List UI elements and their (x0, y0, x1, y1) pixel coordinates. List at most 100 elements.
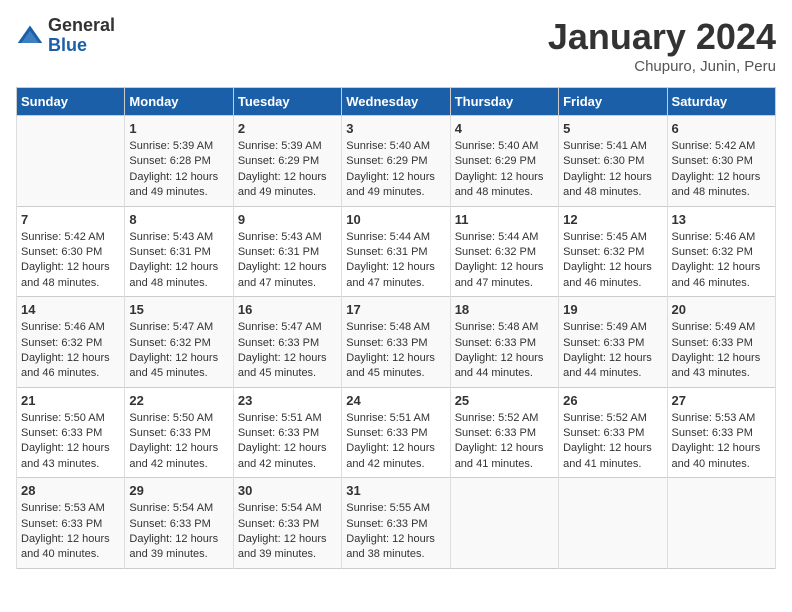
location-subtitle: Chupuro, Junin, Peru (548, 58, 776, 75)
day-info: Sunrise: 5:50 AM Sunset: 6:33 PM Dayligh… (129, 411, 228, 473)
day-info: Sunrise: 5:54 AM Sunset: 6:33 PM Dayligh… (129, 501, 228, 563)
day-info: Sunrise: 5:46 AM Sunset: 6:32 PM Dayligh… (21, 320, 120, 382)
day-number: 22 (129, 393, 228, 408)
calendar-cell: 22 Sunrise: 5:50 AM Sunset: 6:33 PM Dayli… (125, 387, 233, 478)
day-number: 2 (238, 121, 337, 136)
day-info: Sunrise: 5:47 AM Sunset: 6:32 PM Dayligh… (129, 320, 228, 382)
calendar-cell: 27 Sunrise: 5:53 AM Sunset: 6:33 PM Dayli… (667, 387, 775, 478)
col-header-friday: Friday (559, 88, 667, 116)
day-number: 27 (672, 393, 771, 408)
day-number: 13 (672, 212, 771, 227)
col-header-wednesday: Wednesday (342, 88, 450, 116)
calendar-cell (450, 478, 558, 569)
day-number: 6 (672, 121, 771, 136)
day-info: Sunrise: 5:49 AM Sunset: 6:33 PM Dayligh… (672, 320, 771, 382)
day-info: Sunrise: 5:54 AM Sunset: 6:33 PM Dayligh… (238, 501, 337, 563)
calendar-cell: 18 Sunrise: 5:48 AM Sunset: 6:33 PM Dayli… (450, 297, 558, 388)
day-number: 30 (238, 483, 337, 498)
day-number: 16 (238, 302, 337, 317)
day-info: Sunrise: 5:53 AM Sunset: 6:33 PM Dayligh… (672, 411, 771, 473)
day-number: 4 (455, 121, 554, 136)
day-number: 19 (563, 302, 662, 317)
calendar-cell: 23Sunrise: 5:51 AM Sunset: 6:33 PM Dayli… (233, 387, 341, 478)
day-info: Sunrise: 5:47 AM Sunset: 6:33 PM Dayligh… (238, 320, 337, 382)
week-row-3: 14Sunrise: 5:46 AM Sunset: 6:32 PM Dayli… (17, 297, 776, 388)
calendar-cell: 5 Sunrise: 5:41 AM Sunset: 6:30 PM Daylig… (559, 116, 667, 207)
day-info: Sunrise: 5:52 AM Sunset: 6:33 PM Dayligh… (563, 411, 662, 473)
day-number: 1 (129, 121, 228, 136)
calendar-cell: 10 Sunrise: 5:44 AM Sunset: 6:31 PM Dayli… (342, 206, 450, 297)
calendar-cell: 20 Sunrise: 5:49 AM Sunset: 6:33 PM Dayli… (667, 297, 775, 388)
logo-general: General (48, 16, 115, 36)
day-info: Sunrise: 5:49 AM Sunset: 6:33 PM Dayligh… (563, 320, 662, 382)
day-info: Sunrise: 5:40 AM Sunset: 6:29 PM Dayligh… (346, 139, 445, 201)
logo-blue-text: Blue (48, 36, 115, 56)
day-info: Sunrise: 5:51 AM Sunset: 6:33 PM Dayligh… (346, 411, 445, 473)
day-info: Sunrise: 5:44 AM Sunset: 6:32 PM Dayligh… (455, 230, 554, 292)
calendar-cell: 7 Sunrise: 5:42 AM Sunset: 6:30 PM Daylig… (17, 206, 125, 297)
calendar-cell: 3 Sunrise: 5:40 AM Sunset: 6:29 PM Daylig… (342, 116, 450, 207)
calendar-cell: 11 Sunrise: 5:44 AM Sunset: 6:32 PM Dayli… (450, 206, 558, 297)
day-number: 10 (346, 212, 445, 227)
day-info: Sunrise: 5:44 AM Sunset: 6:31 PM Dayligh… (346, 230, 445, 292)
day-number: 5 (563, 121, 662, 136)
calendar-cell: 30 Sunrise: 5:54 AM Sunset: 6:33 PM Dayli… (233, 478, 341, 569)
day-info: Sunrise: 5:43 AM Sunset: 6:31 PM Dayligh… (129, 230, 228, 292)
day-info: Sunrise: 5:42 AM Sunset: 6:30 PM Dayligh… (672, 139, 771, 201)
day-number: 7 (21, 212, 120, 227)
week-row-4: 21Sunrise: 5:50 AM Sunset: 6:33 PM Dayli… (17, 387, 776, 478)
calendar-cell (17, 116, 125, 207)
calendar-cell: 29 Sunrise: 5:54 AM Sunset: 6:33 PM Dayli… (125, 478, 233, 569)
week-row-5: 28 Sunrise: 5:53 AM Sunset: 6:33 PM Dayli… (17, 478, 776, 569)
day-info: Sunrise: 5:42 AM Sunset: 6:30 PM Dayligh… (21, 230, 120, 292)
day-info: Sunrise: 5:52 AM Sunset: 6:33 PM Dayligh… (455, 411, 554, 473)
day-info: Sunrise: 5:39 AM Sunset: 6:29 PM Dayligh… (238, 139, 337, 201)
calendar-cell: 26Sunrise: 5:52 AM Sunset: 6:33 PM Dayli… (559, 387, 667, 478)
day-info: Sunrise: 5:43 AM Sunset: 6:31 PM Dayligh… (238, 230, 337, 292)
col-header-monday: Monday (125, 88, 233, 116)
day-number: 17 (346, 302, 445, 317)
day-number: 15 (129, 302, 228, 317)
col-header-sunday: Sunday (17, 88, 125, 116)
day-number: 31 (346, 483, 445, 498)
calendar-cell: 6 Sunrise: 5:42 AM Sunset: 6:30 PM Daylig… (667, 116, 775, 207)
calendar-cell: 2 Sunrise: 5:39 AM Sunset: 6:29 PM Daylig… (233, 116, 341, 207)
day-number: 28 (21, 483, 120, 498)
day-number: 12 (563, 212, 662, 227)
day-number: 24 (346, 393, 445, 408)
day-number: 3 (346, 121, 445, 136)
title-block: January 2024 Chupuro, Junin, Peru (548, 16, 776, 75)
day-info: Sunrise: 5:39 AM Sunset: 6:28 PM Dayligh… (129, 139, 228, 201)
week-row-1: 1 Sunrise: 5:39 AM Sunset: 6:28 PM Daylig… (17, 116, 776, 207)
day-number: 18 (455, 302, 554, 317)
page-header: General Blue January 2024 Chupuro, Junin… (16, 16, 776, 75)
week-row-2: 7 Sunrise: 5:42 AM Sunset: 6:30 PM Daylig… (17, 206, 776, 297)
calendar-cell (559, 478, 667, 569)
logo: General Blue (16, 16, 115, 56)
day-info: Sunrise: 5:53 AM Sunset: 6:33 PM Dayligh… (21, 501, 120, 563)
calendar-cell: 24 Sunrise: 5:51 AM Sunset: 6:33 PM Dayli… (342, 387, 450, 478)
calendar-cell: 16 Sunrise: 5:47 AM Sunset: 6:33 PM Dayli… (233, 297, 341, 388)
calendar-cell: 25 Sunrise: 5:52 AM Sunset: 6:33 PM Dayli… (450, 387, 558, 478)
day-number: 20 (672, 302, 771, 317)
day-info: Sunrise: 5:51 AM Sunset: 6:33 PM Dayligh… (238, 411, 337, 473)
day-info: Sunrise: 5:48 AM Sunset: 6:33 PM Dayligh… (346, 320, 445, 382)
day-info: Sunrise: 5:40 AM Sunset: 6:29 PM Dayligh… (455, 139, 554, 201)
calendar-cell: 13 Sunrise: 5:46 AM Sunset: 6:32 PM Dayli… (667, 206, 775, 297)
day-info: Sunrise: 5:45 AM Sunset: 6:32 PM Dayligh… (563, 230, 662, 292)
calendar-cell: 31Sunrise: 5:55 AM Sunset: 6:33 PM Dayli… (342, 478, 450, 569)
header-row: SundayMondayTuesdayWednesdayThursdayFrid… (17, 88, 776, 116)
calendar-cell: 1 Sunrise: 5:39 AM Sunset: 6:28 PM Daylig… (125, 116, 233, 207)
calendar-cell: 28 Sunrise: 5:53 AM Sunset: 6:33 PM Dayli… (17, 478, 125, 569)
col-header-saturday: Saturday (667, 88, 775, 116)
calendar-table: SundayMondayTuesdayWednesdayThursdayFrid… (16, 87, 776, 569)
calendar-cell: 21Sunrise: 5:50 AM Sunset: 6:33 PM Dayli… (17, 387, 125, 478)
day-info: Sunrise: 5:46 AM Sunset: 6:32 PM Dayligh… (672, 230, 771, 292)
day-info: Sunrise: 5:48 AM Sunset: 6:33 PM Dayligh… (455, 320, 554, 382)
calendar-cell: 17 Sunrise: 5:48 AM Sunset: 6:33 PM Dayli… (342, 297, 450, 388)
day-info: Sunrise: 5:50 AM Sunset: 6:33 PM Dayligh… (21, 411, 120, 473)
day-number: 25 (455, 393, 554, 408)
day-number: 11 (455, 212, 554, 227)
day-info: Sunrise: 5:41 AM Sunset: 6:30 PM Dayligh… (563, 139, 662, 201)
day-number: 29 (129, 483, 228, 498)
